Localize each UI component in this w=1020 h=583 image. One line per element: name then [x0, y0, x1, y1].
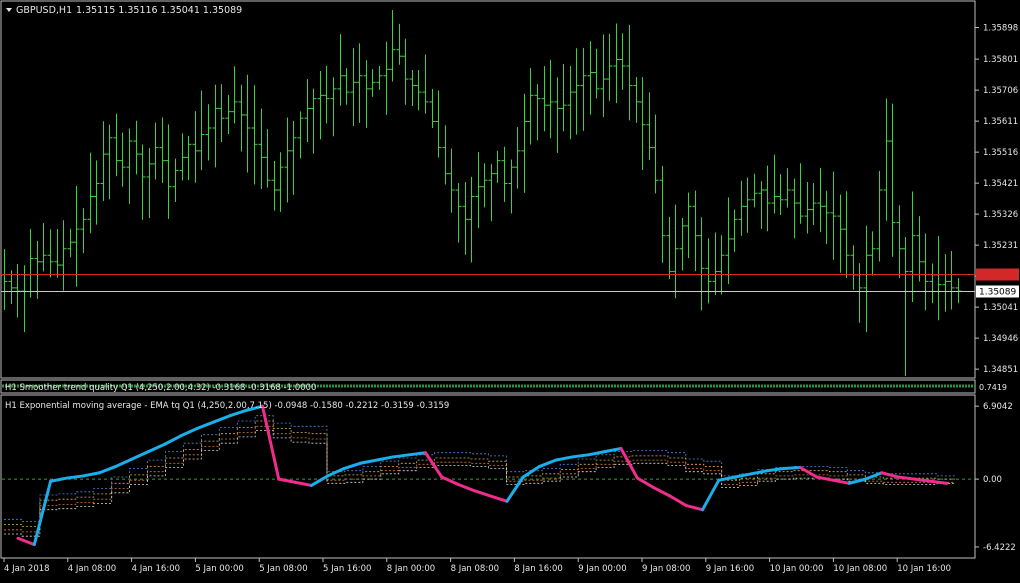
- header[interactable]: GBPUSD,H1 1.35115 1.35116 1.35041 1.3508…: [6, 5, 242, 16]
- ema-segment: [766, 467, 786, 473]
- trend-quality-panel[interactable]: H1 Smoother trend quality Q1 (4,250,2.00…: [0, 379, 1007, 394]
- time-tick-label: 4 Jan 08:00: [68, 564, 116, 574]
- ema-segment: [896, 475, 916, 481]
- price-tick-label: 1.35611: [983, 117, 1018, 127]
- ask-label-background: [976, 268, 1019, 281]
- time-tick-label: 5 Jan 16:00: [323, 564, 371, 574]
- symbol-label: GBPUSD,H1: [16, 5, 72, 16]
- time-tick-label: 4 Jan 2018: [4, 564, 50, 574]
- ema-segment: [391, 453, 411, 459]
- bid-label-text: 1.35089: [979, 288, 1016, 298]
- time-tick-label: 10 Jan 16:00: [897, 564, 951, 574]
- price-tick-label: 1.35421: [983, 179, 1018, 189]
- time-tick-label: 9 Jan 16:00: [706, 564, 754, 574]
- price-tick-label: 1.34851: [983, 365, 1018, 375]
- ema-title: H1 Exponential moving average - EMA tq Q…: [5, 401, 449, 411]
- price-tick-label: 1.35706: [983, 86, 1018, 96]
- time-tick-label: 10 Jan 08:00: [833, 564, 887, 574]
- trend-quality-axis-label: 0.7419: [979, 383, 1007, 392]
- ema-segment: [929, 479, 949, 485]
- time-tick-label: 9 Jan 08:00: [642, 564, 690, 574]
- ohlc-label: 1.35115 1.35116 1.35041 1.35089: [76, 5, 242, 16]
- time-tick-label: 8 Jan 00:00: [387, 564, 435, 574]
- price-tick-label: 1.35516: [983, 148, 1018, 158]
- time-tick-label: 9 Jan 00:00: [578, 564, 626, 574]
- ema-segment: [782, 465, 802, 471]
- ema-segment: [570, 453, 590, 459]
- time-tick-label: 5 Jan 00:00: [195, 564, 243, 574]
- time-tick-label: 10 Jan 00:00: [770, 564, 824, 574]
- price-tick-label: 1.35898: [983, 23, 1018, 33]
- chart-canvas[interactable]: 1.35898 1.35801 1.35706 1.35611 1.35516 1.354…: [0, 0, 1020, 579]
- ask-price-label: [976, 268, 1019, 281]
- time-tick-label: 4 Jan 16:00: [132, 564, 180, 574]
- trend-quality-title: H1 Smoother trend quality Q1 (4,250,2.00…: [5, 383, 316, 393]
- ema-tick-label: 0.00: [983, 475, 1002, 485]
- ema-tick-label: 6.9042: [983, 402, 1013, 412]
- ema-segment: [407, 451, 427, 457]
- price-tick-label: 1.35801: [983, 55, 1018, 65]
- time-tick-label: 5 Jan 08:00: [259, 564, 307, 574]
- price-tick-label: 1.35231: [983, 241, 1018, 251]
- ema-segment: [912, 477, 933, 483]
- price-tick-label: 1.35041: [983, 303, 1018, 313]
- price-tick-label: 1.35326: [983, 210, 1018, 220]
- chart-window[interactable]: 1.35898 1.35801 1.35706 1.35611 1.35516 1.354…: [0, 0, 1020, 579]
- bid-price-label: 1.35089: [976, 285, 1019, 298]
- ema-tick-label: -6.4222: [983, 543, 1016, 553]
- ema-segment: [65, 474, 85, 480]
- price-tick-label: 1.34946: [983, 334, 1018, 344]
- time-tick-label: 8 Jan 08:00: [451, 564, 499, 574]
- time-tick-label: 8 Jan 16:00: [514, 564, 562, 574]
